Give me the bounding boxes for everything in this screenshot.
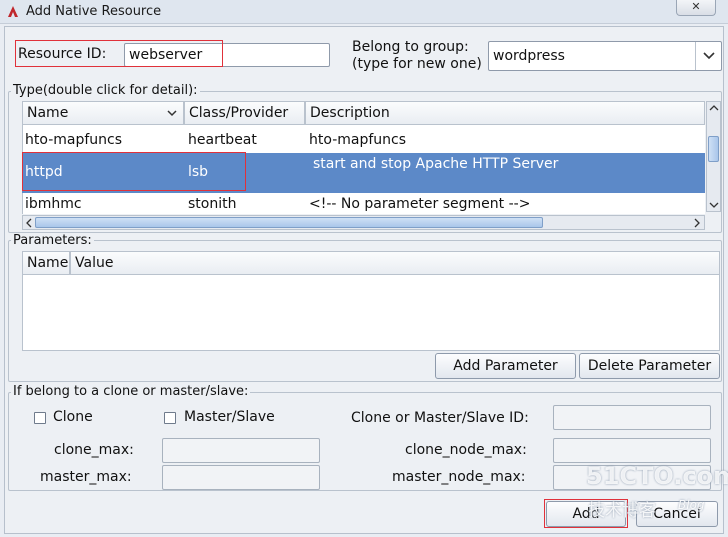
group-select[interactable]: wordpress: [488, 41, 722, 71]
scroll-left-icon[interactable]: [25, 218, 33, 228]
app-icon: [8, 6, 18, 17]
clone-max-input[interactable]: [162, 438, 320, 463]
master-slave-checkbox[interactable]: [164, 412, 176, 424]
chevron-down-icon[interactable]: [695, 42, 721, 70]
clone-label: Clone: [53, 409, 93, 425]
close-icon: ✕: [691, 0, 701, 13]
vertical-scrollbar[interactable]: [706, 101, 721, 212]
horizontal-scrollbar[interactable]: [22, 215, 705, 230]
window-title: Add Native Resource: [26, 4, 162, 19]
highlight-box: [22, 152, 246, 191]
clone-checkbox[interactable]: [34, 412, 46, 424]
group-label-line2: (type for new one): [352, 56, 482, 72]
master-node-max-input[interactable]: [553, 465, 711, 490]
delete-parameter-button[interactable]: Delete Parameter: [579, 353, 720, 379]
clone-legend: If belong to a clone or master/slave:: [11, 384, 251, 399]
cancel-button[interactable]: Cancel: [636, 501, 718, 527]
master-slave-label: Master/Slave: [184, 409, 275, 425]
vertical-scroll-thumb[interactable]: [708, 136, 719, 162]
parameters-legend: Parameters:: [11, 233, 94, 248]
clone-node-max-label: clone_node_max:: [405, 442, 527, 458]
title-bar: Add Native Resource ✕: [0, 0, 728, 24]
type-legend: Type(double click for detail):: [11, 83, 200, 98]
column-header-name[interactable]: Name: [22, 101, 184, 125]
highlight-box: [15, 40, 223, 67]
clone-node-max-input[interactable]: [553, 438, 711, 463]
close-button[interactable]: ✕: [676, 0, 716, 16]
clone-max-label: clone_max:: [54, 442, 134, 458]
parameters-table-body: [22, 275, 720, 351]
highlight-box: [544, 499, 628, 528]
table-row[interactable]: ibmhmc stonith <!-- No parameter segment…: [22, 193, 705, 215]
sort-chevron-icon: [167, 110, 177, 117]
clone-id-input[interactable]: [553, 405, 711, 430]
scroll-right-icon[interactable]: [693, 218, 701, 228]
group-select-value: wordpress: [493, 48, 565, 64]
table-row[interactable]: hto-mapfuncs heartbeat hto-mapfuncs: [22, 129, 705, 153]
group-label-line1: Belong to group:: [352, 39, 469, 55]
column-header-provider[interactable]: Class/Provider: [184, 101, 305, 125]
master-max-input[interactable]: [162, 465, 320, 490]
clone-id-label: Clone or Master/Slave ID:: [351, 410, 529, 426]
column-header-description[interactable]: Description: [305, 101, 705, 125]
param-column-name[interactable]: Name: [22, 251, 70, 275]
scroll-up-icon[interactable]: [709, 104, 719, 112]
master-max-label: master_max:: [40, 469, 132, 485]
master-node-max-label: master_node_max:: [392, 469, 526, 485]
scroll-down-icon[interactable]: [709, 201, 719, 209]
horizontal-scroll-thumb[interactable]: [35, 217, 543, 228]
param-column-value[interactable]: Value: [70, 251, 720, 275]
add-parameter-button[interactable]: Add Parameter: [435, 353, 576, 379]
